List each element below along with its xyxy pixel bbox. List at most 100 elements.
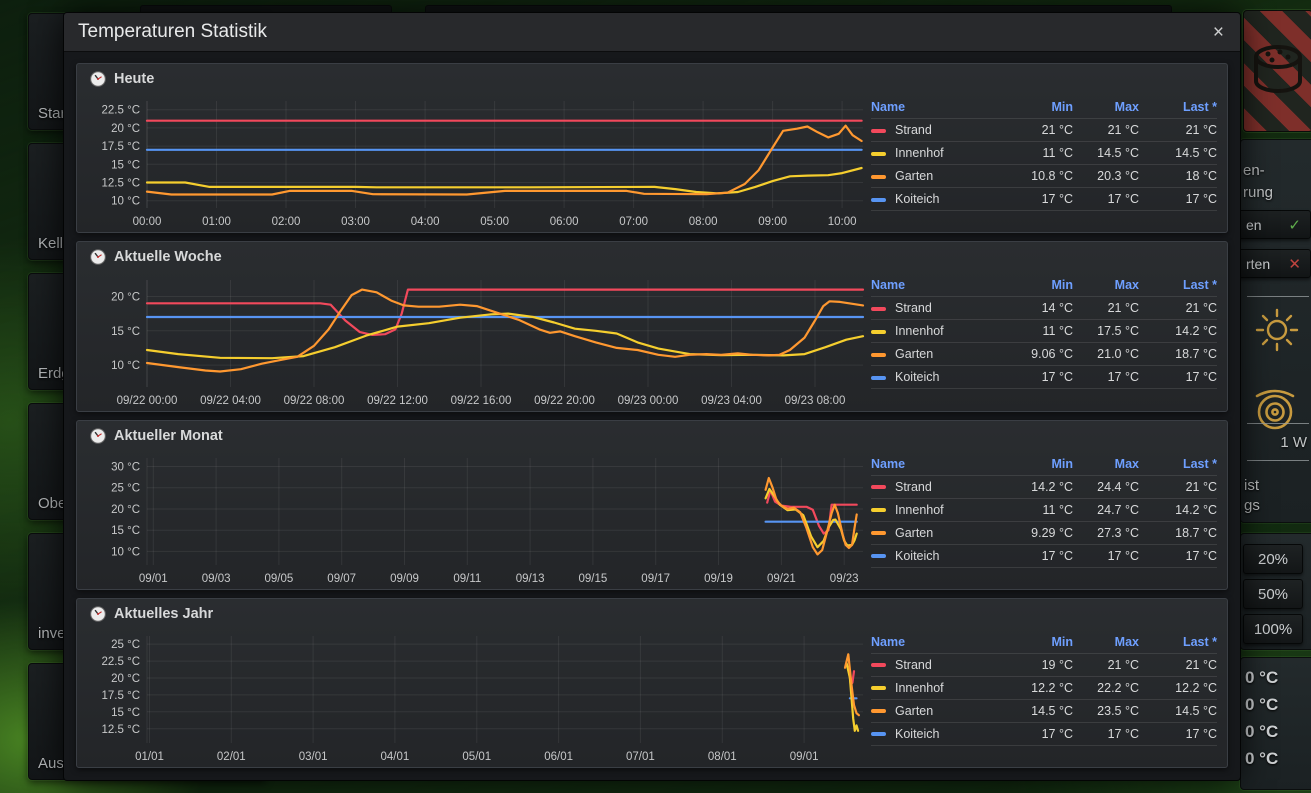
panel-header[interactable]: Aktueller Monat (77, 421, 1227, 444)
hazard-tile[interactable] (1243, 10, 1311, 132)
series-name[interactable]: Koiteich (871, 544, 1001, 567)
series-name[interactable]: Koiteich (871, 366, 1001, 389)
svg-text:09/22 12:00: 09/22 12:00 (367, 395, 428, 407)
svg-text:09/19: 09/19 (704, 573, 733, 585)
svg-text:15 °C: 15 °C (111, 160, 140, 172)
svg-text:02:00: 02:00 (272, 216, 301, 228)
divider (1247, 296, 1309, 297)
series-name[interactable]: Innenhof (871, 320, 1001, 343)
legend-row: Koiteich17 °C17 °C17 °C (871, 188, 1217, 211)
legend-row: Garten9.29 °C27.3 °C18.7 °C (871, 521, 1217, 544)
legend-header-row: NameMinMaxLast * (871, 274, 1217, 297)
legend-table: NameMinMaxLast *Strand14 °C21 °C21 °CInn… (871, 274, 1217, 389)
series-last: 12.2 °C (1139, 676, 1217, 699)
series-min: 10.8 °C (1001, 165, 1073, 188)
svg-text:05/01: 05/01 (462, 751, 491, 763)
series-name[interactable]: Garten (871, 343, 1001, 366)
series-name[interactable]: Innenhof (871, 498, 1001, 521)
right-control-panel: en- rung en ✓ rten ✕ 1 W (1240, 139, 1311, 523)
modal-title: Temperaturen Statistik (78, 21, 267, 43)
series-name[interactable]: Strand (871, 653, 1001, 676)
chart-aktueller-monat[interactable]: 09/0109/0309/0509/0709/0909/1109/1309/15… (85, 451, 871, 589)
modal-titlebar: Temperaturen Statistik × (64, 13, 1240, 52)
legend-row: Innenhof11 °C24.7 °C14.2 °C (871, 498, 1217, 521)
panel-aktueller-monat: Aktueller Monat 09/0109/0309/0509/0709/0… (76, 420, 1228, 590)
series-max: 27.3 °C (1073, 521, 1139, 544)
svg-text:15 °C: 15 °C (111, 325, 140, 337)
svg-text:15 °C: 15 °C (111, 525, 140, 537)
legend-row: Strand14.2 °C24.4 °C21 °C (871, 475, 1217, 498)
svg-text:10 °C: 10 °C (111, 360, 140, 372)
svg-text:15 °C: 15 °C (111, 707, 140, 719)
panel-header[interactable]: Aktuelles Jahr (77, 599, 1227, 622)
series-name[interactable]: Innenhof (871, 676, 1001, 699)
series-name[interactable]: Koiteich (871, 188, 1001, 211)
sun-icon[interactable] (1253, 306, 1301, 354)
series-max: 21 °C (1073, 119, 1139, 142)
legend-row: Garten9.06 °C21.0 °C18.7 °C (871, 343, 1217, 366)
divider (1247, 460, 1309, 461)
series-color-swatch (871, 353, 886, 357)
series-last: 18 °C (1139, 165, 1217, 188)
chart-aktuelles-jahr[interactable]: 01/0102/0103/0104/0105/0106/0107/0108/01… (85, 629, 871, 767)
chart-aktuelle-woche[interactable]: 09/22 00:0009/22 04:0009/22 08:0009/22 1… (85, 273, 871, 411)
series-name[interactable]: Strand (871, 297, 1001, 320)
legend-row: Koiteich17 °C17 °C17 °C (871, 366, 1217, 389)
panel-header[interactable]: Aktuelle Woche (77, 242, 1227, 265)
series-color-swatch (871, 175, 886, 179)
check-button[interactable]: en ✓ (1229, 210, 1311, 239)
check-button-label: en (1246, 217, 1262, 233)
panel-header[interactable]: Heute (77, 64, 1227, 87)
series-min: 17 °C (1001, 188, 1073, 211)
chart-heute[interactable]: 00:0001:0002:0003:0004:0005:0006:0007:00… (85, 94, 871, 232)
modal-body: Heute 00:0001:0002:0003:0004:0005:0006:0… (64, 52, 1240, 780)
svg-text:09/05: 09/05 (265, 573, 294, 585)
svg-text:09/22 16:00: 09/22 16:00 (451, 395, 512, 407)
series-max: 17.5 °C (1073, 320, 1139, 343)
svg-text:30 °C: 30 °C (111, 461, 140, 473)
series-max: 21.0 °C (1073, 343, 1139, 366)
legend-table: NameMinMaxLast *Strand19 °C21 °C21 °CInn… (871, 631, 1217, 746)
series-name[interactable]: Garten (871, 521, 1001, 544)
legend-header-row: NameMinMaxLast * (871, 631, 1217, 654)
series-name[interactable]: Strand (871, 119, 1001, 142)
cross-button[interactable]: rten ✕ (1229, 249, 1311, 278)
series-last: 21 °C (1139, 475, 1217, 498)
series-name[interactable]: Strand (871, 475, 1001, 498)
dim-20-button[interactable]: 20% (1243, 544, 1303, 574)
series-min: 14.2 °C (1001, 475, 1073, 498)
dim-50-button[interactable]: 50% (1243, 579, 1303, 609)
dim-100-button[interactable]: 100% (1243, 614, 1303, 644)
panel-text: rung (1243, 184, 1273, 201)
series-name[interactable]: Innenhof (871, 142, 1001, 165)
svg-text:04:00: 04:00 (411, 216, 440, 228)
series-name[interactable]: Koiteich (871, 722, 1001, 745)
panel-body: 09/22 00:0009/22 04:0009/22 08:0009/22 1… (77, 265, 1227, 410)
svg-text:03:00: 03:00 (341, 216, 370, 228)
series-color-swatch (871, 709, 886, 713)
legend-row: Garten14.5 °C23.5 °C14.5 °C (871, 699, 1217, 722)
svg-text:09/22 04:00: 09/22 04:00 (200, 395, 261, 407)
panel-aktuelles-jahr: Aktuelles Jahr 01/0102/0103/0104/0105/01… (76, 598, 1228, 768)
series-min: 14.5 °C (1001, 699, 1073, 722)
series-min: 9.06 °C (1001, 343, 1073, 366)
svg-text:09/22 00:00: 09/22 00:00 (117, 395, 178, 407)
series-color-swatch (871, 732, 886, 736)
panel-text: ist (1244, 477, 1259, 494)
svg-text:09/01: 09/01 (139, 573, 168, 585)
series-min: 14 °C (1001, 297, 1073, 320)
series-min: 11 °C (1001, 142, 1073, 165)
camera-icon[interactable] (1249, 382, 1301, 434)
series-max: 20.3 °C (1073, 165, 1139, 188)
series-name[interactable]: Garten (871, 165, 1001, 188)
close-button[interactable]: × (1213, 23, 1224, 42)
legend-row: Innenhof11 °C17.5 °C14.2 °C (871, 320, 1217, 343)
temperatures-tile: 0 °C0 °C0 °C0 °C (1240, 657, 1311, 790)
svg-text:08/01: 08/01 (708, 751, 737, 763)
series-color-swatch (871, 376, 886, 380)
series-max: 23.5 °C (1073, 699, 1139, 722)
svg-text:22.5 °C: 22.5 °C (102, 656, 140, 668)
series-name[interactable]: Garten (871, 699, 1001, 722)
svg-text:09/13: 09/13 (516, 573, 545, 585)
panel-body: 09/0109/0309/0509/0709/0909/1109/1309/15… (77, 444, 1227, 589)
